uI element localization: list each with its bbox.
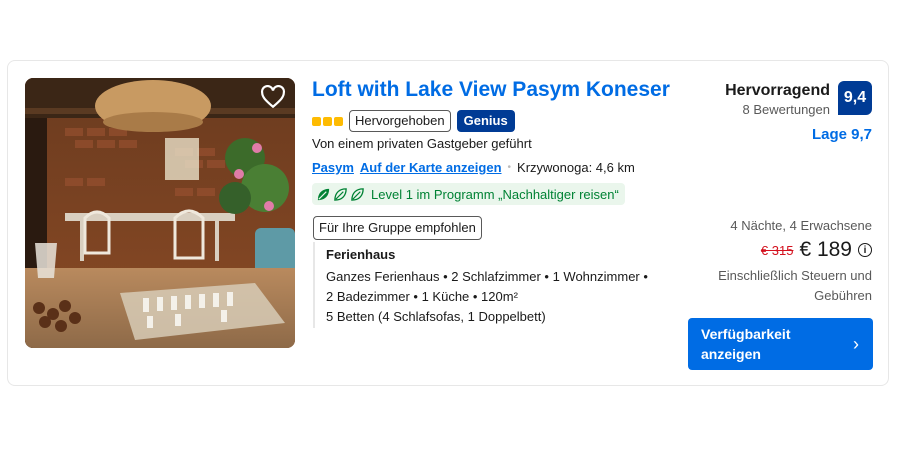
chevron-right-icon: › — [853, 334, 859, 354]
original-price: € 315 — [760, 242, 794, 258]
stay-summary: 4 Nächte, 4 Erwachsene — [730, 218, 872, 233]
star-square-icon — [312, 116, 321, 126]
show-availability-button[interactable]: Verfügbarkeit anzeigen › — [688, 318, 873, 370]
unit-line: Ganzes Ferienhaus • 2 Schlafzimmer • 1 W… — [326, 269, 648, 284]
taxes-note: Einschließlich Steuern und Gebühren — [718, 268, 872, 303]
review-score[interactable]: 9,4 — [838, 81, 872, 115]
property-photo[interactable] — [25, 78, 295, 348]
star-square-icon — [334, 116, 343, 126]
highlighted-badge: Hervorgehoben — [349, 110, 451, 132]
heart-icon — [260, 84, 286, 114]
leaf-rating — [316, 187, 365, 202]
review-count[interactable]: 8 Bewertungen — [743, 102, 830, 117]
group-recommended-badge: Für Ihre Gruppe empfohlen — [313, 216, 482, 240]
genius-badge[interactable]: Genius — [456, 110, 515, 132]
unit-line: 2 Badezimmer • 1 Küche • 120m² — [326, 289, 518, 304]
cta-label: Verfügbarkeit anzeigen — [701, 326, 791, 362]
leaf-icon — [351, 187, 364, 201]
location-score[interactable]: Lage 9,7 — [812, 126, 872, 143]
badges-row: Hervorgehoben Genius — [312, 109, 515, 133]
property-title[interactable]: Loft with Lake View Pasym Koneser — [312, 78, 670, 102]
star-square-icon — [323, 116, 332, 126]
sustainability-badge[interactable]: Level 1 im Programm „Nachhaltiger reisen… — [312, 183, 625, 205]
favorite-button[interactable] — [258, 84, 288, 114]
leaf-icon — [334, 187, 347, 201]
unit-line: 5 Betten (4 Schlafsofas, 1 Doppelbett) — [326, 309, 546, 324]
location-row: Pasym Auf der Karte anzeigen • Krzywonog… — [312, 160, 635, 175]
star-rating — [312, 116, 343, 126]
unit-type: Ferienhaus — [326, 247, 396, 262]
location-link[interactable]: Pasym — [312, 160, 354, 175]
distance-text: Krzywonoga: 4,6 km — [517, 160, 635, 175]
leaf-icon — [317, 188, 330, 200]
map-link[interactable]: Auf der Karte anzeigen — [360, 160, 502, 175]
host-text: Von einem privaten Gastgeber geführt — [312, 136, 532, 151]
info-icon[interactable]: i — [858, 243, 872, 257]
price-row: € 315 € 189 i — [761, 238, 872, 262]
current-price: € 189 — [799, 238, 852, 261]
sustainability-text: Level 1 im Programm „Nachhaltiger reisen… — [371, 186, 619, 202]
separator-dot: • — [507, 162, 512, 173]
unit-details: Ferienhaus Ganzes Ferienhaus • 2 Schlafz… — [313, 242, 659, 328]
review-word: Hervorragend — [725, 82, 830, 99]
